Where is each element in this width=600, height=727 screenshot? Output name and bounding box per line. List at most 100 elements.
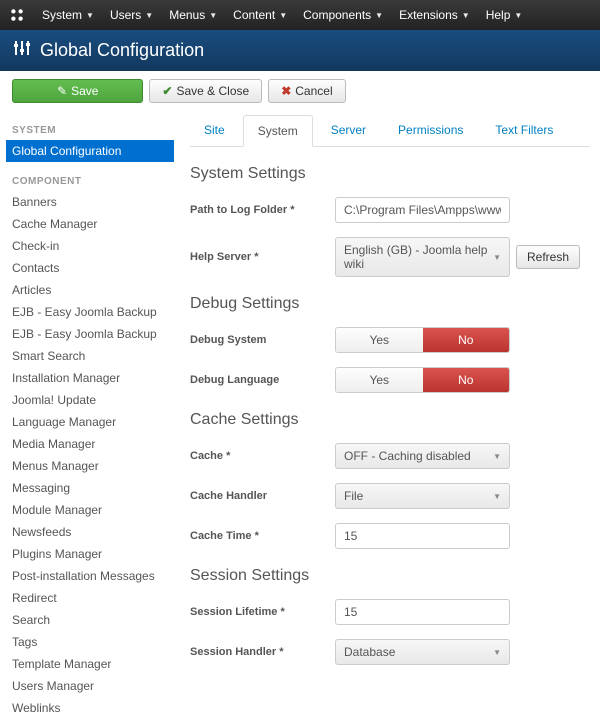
help-server-value: English (GB) - Joomla help wiki (344, 243, 493, 271)
debug-language-toggle[interactable]: Yes No (335, 367, 510, 393)
help-server-select[interactable]: English (GB) - Joomla help wiki ▼ (335, 237, 510, 277)
menu-content[interactable]: Content ▼ (225, 8, 295, 22)
debug-language-label: Debug Language (190, 374, 335, 386)
sidebar-item[interactable]: Smart Search (12, 345, 168, 367)
save-close-button-label: Save & Close (176, 84, 249, 98)
tab-system[interactable]: System (243, 115, 313, 147)
sidebar-heading-component: COMPONENT (12, 176, 168, 187)
toggle-yes[interactable]: Yes (336, 368, 423, 392)
sidebar-item[interactable]: Banners (12, 191, 168, 213)
session-handler-select[interactable]: Database ▼ (335, 639, 510, 665)
menu-components[interactable]: Components ▼ (295, 8, 391, 22)
menu-label: Components (303, 8, 371, 22)
check-icon: ✎ (57, 84, 67, 98)
sidebar-item[interactable]: Template Manager (12, 653, 168, 675)
config-tabs: SiteSystemServerPermissionsText Filters (190, 115, 590, 147)
chevron-down-icon: ▼ (279, 11, 287, 20)
chevron-down-icon: ▼ (493, 492, 501, 501)
refresh-button[interactable]: Refresh (516, 245, 580, 269)
sidebar-item[interactable]: Check-in (12, 235, 168, 257)
sidebar-item[interactable]: Menus Manager (12, 455, 168, 477)
page-title: Global Configuration (40, 40, 204, 61)
sidebar-item[interactable]: Joomla! Update (12, 389, 168, 411)
tab-permissions[interactable]: Permissions (384, 115, 477, 146)
sidebar-item[interactable]: Users Manager (12, 675, 168, 697)
menu-label: Menus (169, 8, 205, 22)
sidebar-item[interactable]: Messaging (12, 477, 168, 499)
menu-label: Content (233, 8, 275, 22)
menu-help[interactable]: Help▼ (478, 8, 531, 22)
cache-select[interactable]: OFF - Caching disabled ▼ (335, 443, 510, 469)
debug-system-label: Debug System (190, 334, 335, 346)
sidebar-item[interactable]: Media Manager (12, 433, 168, 455)
chevron-down-icon: ▼ (493, 648, 501, 657)
joomla-logo-icon[interactable] (8, 6, 26, 24)
menu-menus[interactable]: Menus ▼ (161, 8, 225, 22)
toggle-yes[interactable]: Yes (336, 328, 423, 352)
sidebar-item[interactable]: Contacts (12, 257, 168, 279)
menu-label: Help (486, 8, 511, 22)
menu-extensions[interactable]: Extensions ▼ (391, 8, 478, 22)
cache-value: OFF - Caching disabled (344, 449, 471, 463)
check-icon: ✔ (162, 84, 172, 98)
action-toolbar: ✎ Save ✔ Save & Close ✖ Cancel (0, 71, 600, 111)
equalizer-icon (12, 38, 32, 63)
sidebar-item[interactable]: Articles (12, 279, 168, 301)
close-icon: ✖ (281, 84, 291, 98)
cache-handler-value: File (344, 489, 363, 503)
sidebar-item[interactable]: Post-installation Messages (12, 565, 168, 587)
save-button[interactable]: ✎ Save (12, 79, 143, 103)
cancel-button-label: Cancel (295, 84, 332, 98)
sidebar-heading-system: SYSTEM (12, 125, 168, 136)
chevron-down-icon: ▼ (462, 11, 470, 20)
log-path-label: Path to Log Folder * (190, 204, 335, 216)
chevron-down-icon: ▼ (209, 11, 217, 20)
tab-text-filters[interactable]: Text Filters (481, 115, 567, 146)
session-lifetime-label: Session Lifetime * (190, 606, 335, 618)
sidebar-item[interactable]: Tags (12, 631, 168, 653)
toggle-no[interactable]: No (423, 368, 510, 392)
sidebar-item[interactable]: Module Manager (12, 499, 168, 521)
session-lifetime-input[interactable] (335, 599, 510, 625)
refresh-button-label: Refresh (527, 250, 569, 264)
section-cache-settings: Cache Settings (190, 411, 590, 429)
sidebar-item-global-configuration[interactable]: Global Configuration (6, 140, 174, 162)
menu-users[interactable]: Users ▼ (102, 8, 161, 22)
log-path-input[interactable] (335, 197, 510, 223)
sidebar: SYSTEM Global Configuration COMPONENT Ba… (0, 111, 180, 727)
save-button-label: Save (71, 84, 98, 98)
section-debug-settings: Debug Settings (190, 295, 590, 313)
chevron-down-icon: ▼ (493, 452, 501, 461)
sidebar-item[interactable]: Weblinks (12, 697, 168, 719)
sidebar-item[interactable]: Redirect (12, 587, 168, 609)
section-session-settings: Session Settings (190, 567, 590, 585)
help-server-label: Help Server * (190, 251, 335, 263)
debug-system-toggle[interactable]: Yes No (335, 327, 510, 353)
tab-site[interactable]: Site (190, 115, 239, 146)
session-handler-label: Session Handler * (190, 646, 335, 658)
cache-handler-select[interactable]: File ▼ (335, 483, 510, 509)
sidebar-item[interactable]: Installation Manager (12, 367, 168, 389)
chevron-down-icon: ▼ (375, 11, 383, 20)
top-menu: System▼Users▼Menus▼Content▼Components▼Ex… (34, 8, 530, 22)
menu-label: Users (110, 8, 141, 22)
menu-label: Extensions (399, 8, 458, 22)
section-system-settings: System Settings (190, 165, 590, 183)
chevron-down-icon: ▼ (145, 11, 153, 20)
tab-server[interactable]: Server (317, 115, 380, 146)
sidebar-item[interactable]: EJB - Easy Joomla Backup (12, 323, 168, 345)
cache-time-input[interactable] (335, 523, 510, 549)
sidebar-item[interactable]: Language Manager (12, 411, 168, 433)
save-close-button[interactable]: ✔ Save & Close (149, 79, 262, 103)
sidebar-item[interactable]: EJB - Easy Joomla Backup (12, 301, 168, 323)
sidebar-item[interactable]: Search (12, 609, 168, 631)
chevron-down-icon: ▼ (86, 11, 94, 20)
chevron-down-icon: ▼ (493, 253, 501, 262)
sidebar-item[interactable]: Plugins Manager (12, 543, 168, 565)
toggle-no[interactable]: No (423, 328, 510, 352)
menu-system[interactable]: System▼ (34, 8, 102, 22)
main-panel: SiteSystemServerPermissionsText Filters … (180, 111, 600, 727)
cancel-button[interactable]: ✖ Cancel (268, 79, 345, 103)
sidebar-item[interactable]: Newsfeeds (12, 521, 168, 543)
sidebar-item[interactable]: Cache Manager (12, 213, 168, 235)
